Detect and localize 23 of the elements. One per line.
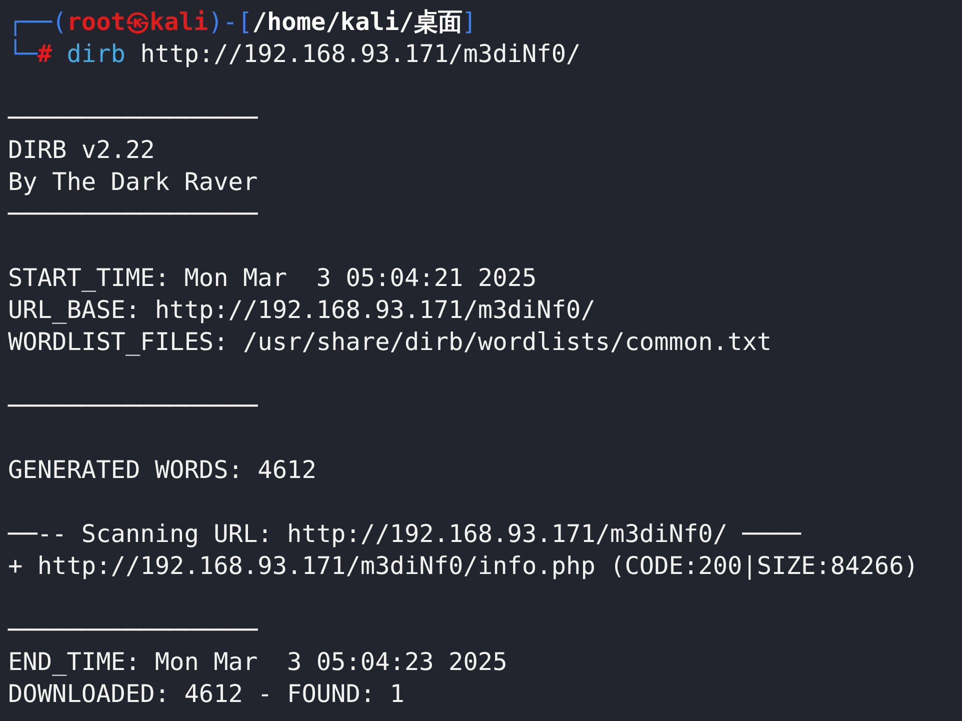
prompt-user-host: root㉿kali xyxy=(66,6,208,38)
prompt-symbol: # xyxy=(37,38,52,70)
output-line: By The Dark Raver xyxy=(8,166,258,198)
output-line: START_TIME: Mon Mar 3 05:04:21 2025 xyxy=(8,262,537,294)
command-arguments: http://192.168.93.171/m3diNf0/ xyxy=(140,38,581,70)
separator-line: ───────────────── xyxy=(8,390,258,422)
output-line: URL_BASE: http://192.168.93.171/m3diNf0/ xyxy=(8,294,596,326)
separator-line: ───────────────── xyxy=(8,614,258,646)
output-line: END_TIME: Mon Mar 3 05:04:23 2025 xyxy=(8,646,508,678)
prompt-frame: ] xyxy=(462,6,477,38)
separator-line: ───────────────── xyxy=(8,102,258,134)
prompt-frame: )-[ xyxy=(208,6,252,38)
command-name: dirb xyxy=(66,38,126,70)
output-line: DIRB v2.22 xyxy=(8,134,155,166)
prompt-frame: └─ xyxy=(8,38,38,70)
output-line: GENERATED WORDS: 4612 xyxy=(8,454,316,486)
separator-line: ───────────────── xyxy=(8,198,258,230)
prompt-path: /home/kali/桌面 xyxy=(252,6,462,38)
prompt-frame: ┌──( xyxy=(8,6,67,38)
output-line: ──-- Scanning URL: http://192.168.93.171/m3diNf0/ ──── xyxy=(8,518,801,550)
output-line: WORDLIST_FILES: /usr/share/dirb/wordlists/common.txt xyxy=(8,326,772,358)
output-line: DOWNLOADED: 4612 - FOUND: 1 xyxy=(8,678,404,710)
output-line: + http://192.168.93.171/m3diNf0/info.php (CODE:200|SIZE:84266) xyxy=(8,550,918,582)
